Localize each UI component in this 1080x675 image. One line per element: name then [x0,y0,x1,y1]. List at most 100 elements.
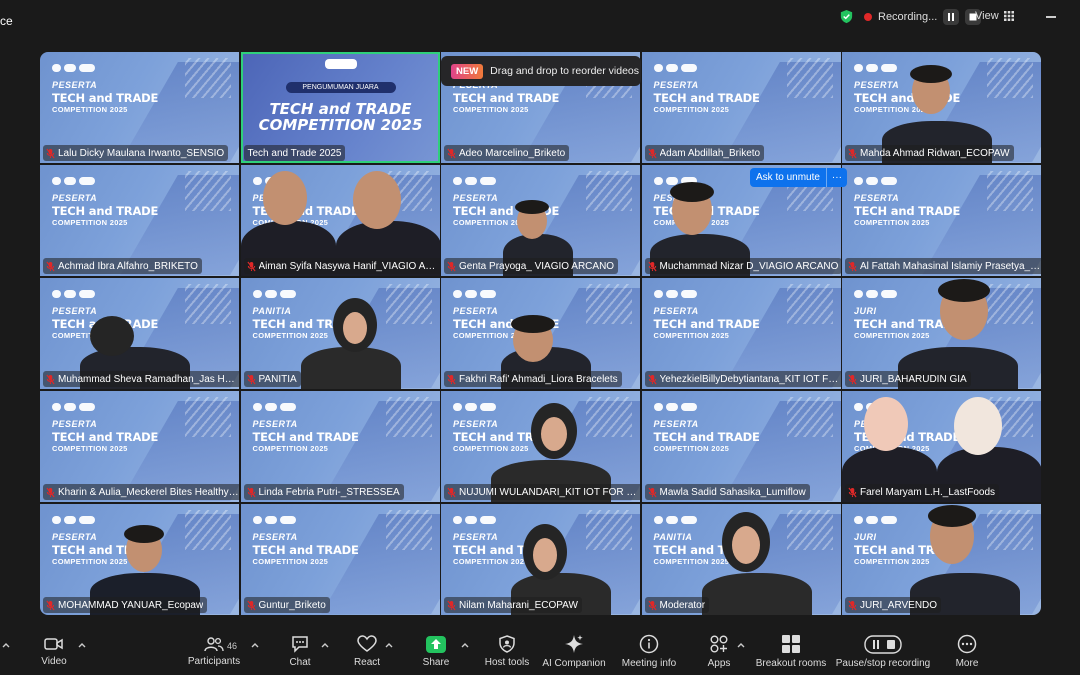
participant-tile[interactable]: PESERTA TECH and TRADE COMPETITION 2025 Gun… [240,503,440,615]
share-caret-icon[interactable] [461,642,469,648]
participant-name-label: Adeo Marcelino_Briketo [444,145,570,162]
slide-role: PESERTA [252,418,298,429]
meeting-info-button[interactable]: Meeting info [620,628,678,675]
slide-stripes [185,58,231,98]
toast-text: Drag and drop to reorder videos [490,65,640,77]
slide-title-line2: COMPETITION 2025 [52,217,128,227]
participant-tile[interactable]: PESERTA TECH and TRADE COMPETITION 2025 Gen… [441,164,640,277]
share-button[interactable]: Share [421,628,451,675]
slide-title-line1: TECH and TRADE [52,429,159,444]
participant-tile[interactable]: JURI TECH and TRADE COMPETITION 2025 JURI_B… [842,277,1041,390]
slide-role: PESERTA [453,305,499,316]
chat-button[interactable]: Chat [285,628,315,675]
participants-button[interactable]: Participants [186,628,242,675]
slide-stripes [987,58,1033,98]
participant-tile[interactable]: PESERTA TECH and TRADE COMPETITION 2025 Maw… [641,390,841,503]
apps-label: Apps [707,658,731,669]
view-button[interactable]: View [975,10,1014,22]
participant-tile[interactable]: PESERTA TECH and TRADE COMPETITION 2025 Yeh… [641,277,841,390]
participants-caret-icon[interactable] [251,642,259,648]
participant-tile[interactable]: PESERTATECH and TRADECOMPETITION 2025Far… [842,390,1041,503]
host-shield-icon [499,635,515,653]
participant-name-label: Linda Febria Putri-_STRESSEA [243,484,404,501]
participant-name: JURI_ARVENDO [860,599,938,611]
participant-tile[interactable]: PESERTA TECH and TRADE COMPETITION 2025 Ada… [641,52,841,164]
slide-title-line1: TECH and TRADE [653,316,760,331]
participant-video [701,573,812,615]
sponsor-logos [453,515,496,524]
slide-title-line2: COMPETITION 2025 [653,556,730,566]
participant-tile[interactable]: PESERTA TECH and TRADE COMPETITION 2025 Al … [842,164,1041,277]
info-icon [639,634,659,654]
slide-stripes [385,509,432,550]
participant-tile[interactable]: PESERTA TECH and TRADE COMPETITION 2025 Lal… [40,52,239,164]
react-caret-icon[interactable] [385,642,393,648]
breakout-rooms-button[interactable]: Breakout rooms [755,628,827,675]
participant-name-label: Al Fattah Mahasinal Islamiy Prasetya_Lu.… [845,258,1041,275]
pause-recording-button[interactable] [943,9,960,25]
muted-mic-icon [647,261,657,272]
slide-role: PESERTA [52,80,98,90]
slide-title-line2: COMPETITION 2025 [252,443,329,453]
tile-more-button[interactable]: ··· [825,168,847,187]
participant-face [352,170,401,229]
audio-options-caret-icon[interactable] [2,642,10,648]
react-button[interactable]: React [352,628,382,675]
host-tools-button[interactable]: Host tools [482,628,532,675]
participant-hair [910,65,952,83]
pause-stop-recording-button[interactable]: Pause/stop recording [835,628,931,675]
participant-tile[interactable]: PENGUMUMAN JUARA TECH and TRADE COMPETITIO… [240,52,440,164]
minimize-icon[interactable] [1046,16,1056,18]
participant-tile[interactable]: PANITIA TECH and TRADE COMPETITION 2025 PAN… [240,277,440,390]
participant-tile[interactable]: PESERTA TECH and TRADE COMPETITION 2025 MOH… [40,503,239,615]
participant-tile[interactable]: PESERTA TECH and TRADE COMPETITION 2025 Fak… [441,277,640,390]
participant-face [533,537,557,572]
participant-tile[interactable]: PESERTA TECH and TRADE COMPETITION 2025 Kha… [40,390,239,503]
participant-tile[interactable]: PESERTATECH and TRADECOMPETITION 2025Aim… [240,164,440,277]
apps-caret-icon[interactable] [737,642,745,648]
participant-name-label: PANITIA [243,371,301,388]
participant-name-label: Achmad Ibra Alfahro_BRIKETO [43,258,202,275]
participant-name-label: Moderator [644,597,710,613]
muted-mic-icon [647,374,657,385]
participant-name-label: Muhammad Sheva Ramadhan_Jas Huja... [43,371,239,388]
video-options-caret-icon[interactable] [78,642,86,648]
apps-icon [710,635,728,653]
participant-tile[interactable]: PESERTA TECH and TRADE COMPETITION 2025 Ach… [40,164,239,277]
participant-face [864,396,908,451]
participant-tile[interactable]: PESERTATECH and TRADECOMPETITION 2025Muh… [40,277,239,390]
sponsor-logos [252,289,296,298]
muted-mic-icon [246,600,256,610]
participant-name-label: YehezkielBillyDebytiantana_KIT IOT FOR .… [644,371,841,388]
slide-role: PANITIA [252,305,292,316]
slide-stripes [786,283,833,324]
slide-title-line2: COMPETITION 2025 [653,443,730,453]
participant-tile[interactable]: PANITIA TECH and TRADE COMPETITION 2025 Mod… [641,503,841,615]
participant-name-label: NUJUMI WULANDARI_KIT IOT FOR EDU... [444,484,640,501]
apps-button[interactable]: Apps [704,628,734,675]
participant-tile[interactable]: JURI TECH and TRADE COMPETITION 2025 JURI_A… [842,503,1041,615]
meeting-info-label: Meeting info [621,658,677,669]
slide-role: PESERTA [653,305,699,316]
participant-tile[interactable]: PESERTA TECH and TRADE COMPETITION 2025 Lin… [240,390,440,503]
slide-stripes [185,170,231,211]
slide-stripes [586,509,632,550]
chat-caret-icon[interactable] [321,642,329,648]
sponsor-logos [854,64,897,72]
ai-companion-button[interactable]: AI Companion [542,628,606,675]
encryption-shield-icon[interactable] [839,9,854,24]
participant-tile[interactable]: PESERTA TECH and TRADE COMPETITION 2025 Nil… [441,503,640,615]
participant-tile[interactable]: PESERTA TECH and TRADE COMPETITION 2025 NUJ… [441,390,640,503]
participant-name-label: Mahda Ahmad Ridwan_ECOPAW [845,145,1014,162]
participant-name-label: Nilam Maharani_ECOPAW [444,597,582,613]
heart-icon [357,635,377,652]
more-button[interactable]: More [952,628,982,675]
video-button[interactable]: Video [37,628,71,675]
slide-role: PESERTA [252,531,298,542]
participant-tile[interactable]: PESERTA TECH and TRADE COMPETITION 2025 Mah… [842,52,1041,164]
slide-title-line2: COMPETITION 2025 [258,116,423,134]
participant-name: Achmad Ibra Alfahro_BRIKETO [58,260,198,272]
participant-face [954,396,1002,455]
ask-to-unmute-button[interactable]: Ask to unmute ··· [750,168,847,187]
sponsor-logos [854,176,897,185]
